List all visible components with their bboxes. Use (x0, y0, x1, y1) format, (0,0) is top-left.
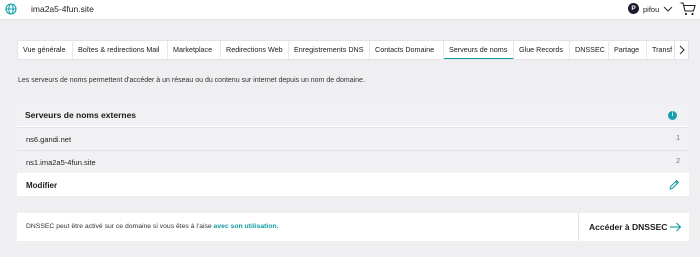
nameserver-row: ns6.gandi.net 1 (17, 127, 689, 150)
tab-label: Marketplace (173, 45, 213, 54)
tab-marketplace[interactable]: Marketplace (168, 41, 221, 59)
username[interactable]: pifou (643, 5, 659, 14)
chevron-down-icon[interactable] (663, 4, 673, 14)
pencil-icon (669, 179, 680, 190)
tab-label: Contacts Domaine (375, 45, 435, 54)
tab-dns-records[interactable]: Enregistrements DNS (289, 41, 370, 59)
tab-label: Vue générale (23, 45, 66, 54)
domain-tabs: Vue générale Boîtes & redirections Mail … (17, 40, 689, 60)
info-icon[interactable]: i (668, 111, 677, 120)
tab-label: Enregistrements DNS (294, 45, 364, 54)
go-to-dnssec-button[interactable]: Accéder à DNSSEC (578, 213, 689, 241)
tab-label: Transf (652, 45, 673, 54)
tab-label: Redirections Web (226, 45, 283, 54)
external-nameservers-card: Serveurs de noms externes i ns6.gandi.ne… (17, 104, 689, 196)
modify-label: Modifier (26, 181, 58, 190)
go-to-dnssec-label: Accéder à DNSSEC (589, 222, 668, 232)
tab-mail[interactable]: Boîtes & redirections Mail (73, 41, 168, 59)
tab-sharing[interactable]: Partage (609, 41, 647, 59)
chevron-right-icon (679, 45, 685, 55)
cart-icon[interactable] (680, 2, 696, 16)
tab-label: Partage (614, 45, 640, 54)
nameserver-index: 2 (676, 158, 680, 165)
dnssec-card: DNSSEC peut être activé sur ce domaine s… (17, 213, 689, 241)
nameserver-row: ns1.ima2a5-4fun.site 2 (17, 150, 689, 173)
tabs-scroll-right-button[interactable] (674, 40, 689, 60)
tab-label: Glue Records (519, 45, 563, 54)
nameserver-name: ns1.ima2a5-4fun.site (26, 158, 96, 167)
card-header: Serveurs de noms externes i (17, 104, 689, 126)
tab-label: DNSSEC (575, 45, 605, 54)
avatar[interactable]: P (628, 3, 639, 14)
domain-name[interactable]: ima2a5-4fun.site (31, 4, 94, 14)
card-title: Serveurs de noms externes (25, 110, 137, 120)
tab-web-redirects[interactable]: Redirections Web (221, 41, 289, 59)
tab-dnssec[interactable]: DNSSEC (570, 41, 609, 59)
modify-nameservers-button[interactable]: Modifier (17, 174, 689, 196)
globe-icon[interactable] (5, 3, 17, 15)
tab-nameservers[interactable]: Serveurs de noms (444, 41, 514, 59)
nameserver-index: 1 (676, 135, 680, 142)
top-bar: ima2a5-4fun.site P pifou (0, 0, 700, 20)
arrow-right-icon (670, 222, 682, 232)
dnssec-usage-link[interactable]: avec son utilisation. (214, 223, 279, 230)
dnssec-description: DNSSEC peut être activé sur ce domaine s… (26, 223, 279, 230)
dnssec-text: DNSSEC peut être activé sur ce domaine s… (26, 223, 214, 230)
tab-domain-contacts[interactable]: Contacts Domaine (370, 41, 444, 59)
nameservers-description: Les serveurs de noms permettent d'accéde… (18, 77, 365, 84)
tab-label: Serveurs de noms (449, 45, 508, 54)
tab-overview[interactable]: Vue générale (18, 41, 73, 59)
tab-glue-records[interactable]: Glue Records (514, 41, 570, 59)
nameserver-name: ns6.gandi.net (26, 135, 72, 144)
tab-label: Boîtes & redirections Mail (78, 45, 160, 54)
